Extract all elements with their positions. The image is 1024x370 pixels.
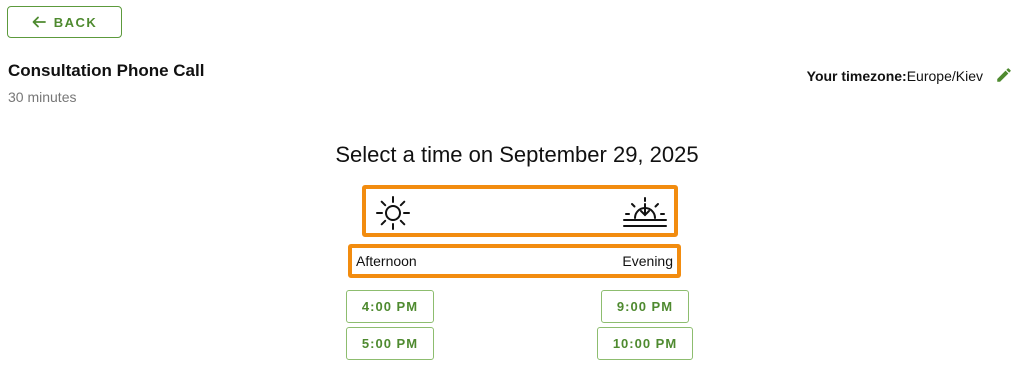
edit-timezone-button[interactable] [994, 66, 1014, 86]
afternoon-label: Afternoon [356, 253, 417, 269]
time-slot-button[interactable]: 9:00 PM [601, 290, 689, 323]
back-button-label: BACK [53, 14, 98, 30]
timezone-label: Your timezone: [806, 68, 907, 84]
time-slot-button[interactable]: 4:00 PM [346, 290, 434, 323]
timezone-value: Europe/Kiev [906, 68, 983, 84]
event-title: Consultation Phone Call [8, 61, 205, 80]
period-icons-row [362, 185, 678, 237]
time-slot-button[interactable]: 10:00 PM [597, 327, 693, 360]
back-button[interactable]: BACK [7, 6, 122, 38]
time-slot-button[interactable]: 5:00 PM [346, 327, 434, 360]
timezone-display: Your timezone: Europe/Kiev [807, 66, 1014, 86]
sun-icon [374, 194, 412, 237]
arrow-left-icon [32, 16, 46, 28]
period-labels-row: Afternoon Evening [348, 244, 681, 278]
pencil-icon [995, 66, 1013, 87]
sunset-icon [622, 196, 668, 235]
event-duration: 30 minutes [8, 89, 77, 105]
evening-label: Evening [622, 253, 673, 269]
select-time-heading: Select a time on September 29, 2025 [335, 142, 699, 167]
